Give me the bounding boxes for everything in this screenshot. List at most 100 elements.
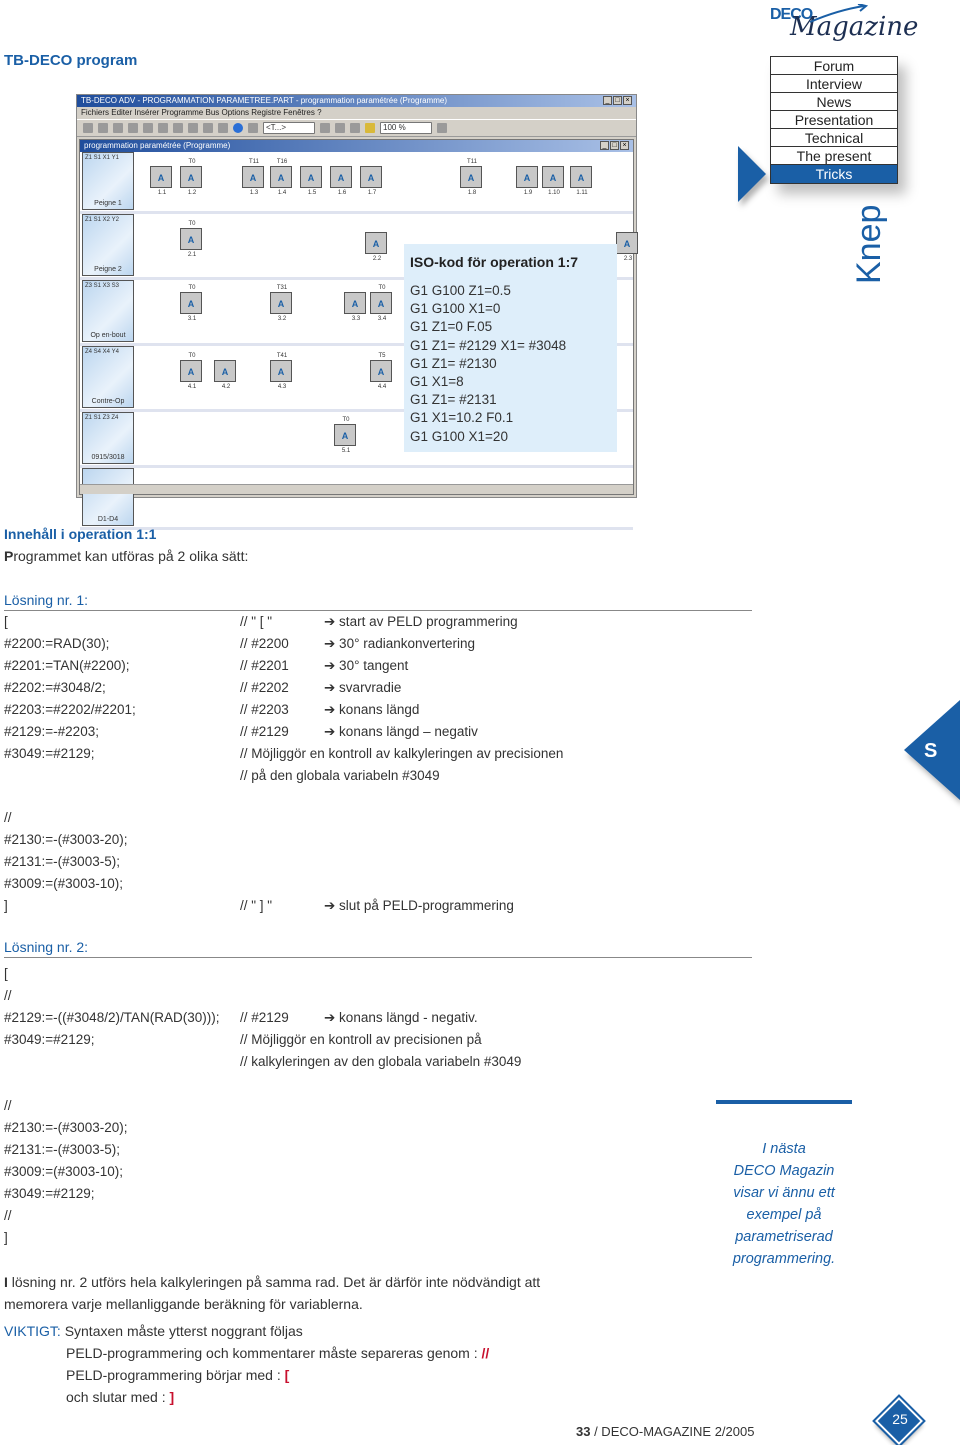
open-icon[interactable] <box>98 123 108 133</box>
nav-item-the-present[interactable]: The present <box>771 147 897 165</box>
operation-block[interactable]: A T31 3.2 <box>270 285 292 322</box>
section-nav: Forum Interview News Presentation Techni… <box>770 56 898 184</box>
tool-icon[interactable] <box>350 123 360 133</box>
undo-icon[interactable] <box>173 123 183 133</box>
operation-block[interactable]: A T0 2.1 <box>180 221 202 258</box>
operation-block[interactable]: A T16 1.4 <box>270 159 292 196</box>
code-description: ➔ konans längd <box>324 702 420 717</box>
help-icon[interactable] <box>203 123 213 133</box>
lane-axes: Z4 S4 X4 Y4 <box>85 349 119 355</box>
code-comment: // på den globala variabeln #3049 <box>240 768 440 783</box>
nav-item-presentation[interactable]: Presentation <box>771 111 897 129</box>
maximize-icon[interactable]: □ <box>613 96 622 105</box>
copy-icon[interactable] <box>143 123 153 133</box>
important-block: VIKTIGT: Syntaxen måste ytterst noggrant… <box>4 1320 644 1408</box>
callout-line: parametriserad <box>735 1229 833 1245</box>
operation-block[interactable]: A T0 4.1 <box>180 353 202 390</box>
lane-label[interactable]: Z1 S1 X1 Y1 Peigne 1 <box>82 152 134 210</box>
nav-item-forum[interactable]: Forum <box>771 57 897 75</box>
code-comment: // kalkyleringen av den globala variabel… <box>240 1054 522 1069</box>
operation-block[interactable]: A 1.9 <box>516 166 538 196</box>
operation-tool: T31 <box>276 285 288 291</box>
operation-block[interactable]: A T0 3.1 <box>180 285 202 322</box>
code-line: #3049:=#2129; // Möjliggör en kontroll av… <box>4 1029 744 1051</box>
lane-name: Contre-Op <box>91 398 125 405</box>
info-icon[interactable] <box>233 123 243 133</box>
callout-line: I nästa <box>762 1141 806 1157</box>
operation-tool: T41 <box>276 353 288 359</box>
lane-label[interactable]: Z4 S4 X4 Y4 Contre-Op <box>82 346 134 408</box>
operation-block[interactable]: A T11 1.3 <box>242 159 264 196</box>
code-description: ➔ 30° tangent <box>324 658 409 673</box>
horizontal-scrollbar[interactable] <box>80 484 633 494</box>
operation-block[interactable]: A 1.5 <box>300 166 322 196</box>
nav-item-news[interactable]: News <box>771 93 897 111</box>
operation-block[interactable]: A 1.7 <box>360 166 382 196</box>
window-title-bar: TB-DECO ADV - PROGRAMMATION PARAMETREE.P… <box>77 95 636 107</box>
intro-text: Programmet kan utföras på 2 olika sätt: <box>4 548 248 564</box>
code-statement: #2129:=-((#3048/2)/TAN(RAD(30))); <box>4 1010 220 1025</box>
lock-icon[interactable] <box>365 123 375 133</box>
code-line: // kalkyleringen av den globala variabel… <box>4 1051 744 1073</box>
code-line: // <box>4 985 744 1007</box>
operation-block[interactable]: A T11 1.8 <box>460 159 482 196</box>
operation-block[interactable]: A T0 5.1 <box>334 417 356 454</box>
toolbar: <T...> 100 % <box>77 119 636 137</box>
tool-icon[interactable] <box>437 123 447 133</box>
code-line: [ <box>4 963 744 985</box>
operation-block[interactable]: A T0 3.4 <box>370 285 392 322</box>
nav-item-technical[interactable]: Technical <box>771 129 897 147</box>
new-icon[interactable] <box>83 123 93 133</box>
window-title: TB-DECO ADV - PROGRAMMATION PARAMETREE.P… <box>81 96 447 105</box>
important-line-3: PELD-programmering börjar med : <box>66 1367 285 1383</box>
code-comment: // #2203 <box>240 702 289 717</box>
tool-icon[interactable] <box>248 123 258 133</box>
close-icon[interactable]: × <box>620 141 629 150</box>
nav-item-tricks[interactable]: Tricks <box>771 165 897 183</box>
code-statement: #3049:=#2129; <box>4 1032 95 1047</box>
lane-name: Peigne 2 <box>94 266 122 273</box>
tool-icon[interactable] <box>218 123 228 133</box>
important-line-2: PELD-programmering och kommentarer måste… <box>66 1345 482 1361</box>
zoom-combo[interactable]: 100 % <box>380 122 432 134</box>
operation-block[interactable]: A 1.10 <box>542 166 564 196</box>
operation-block[interactable]: A 2.2 <box>365 232 387 262</box>
operation-block[interactable]: A T5 4.4 <box>370 353 392 390</box>
lane-name: Peigne 1 <box>94 200 122 207</box>
minimize-icon[interactable]: _ <box>600 141 609 150</box>
code-comment: // #2202 <box>240 680 289 695</box>
operation-block[interactable]: A T41 4.3 <box>270 353 292 390</box>
code-statement: #3009:=(#3003-10); <box>4 876 123 891</box>
solution2-heading: Lösning nr. 2: <box>4 939 89 955</box>
paste-icon[interactable] <box>158 123 168 133</box>
operation-block[interactable]: A 1.11 <box>570 166 592 196</box>
lane-label[interactable]: Z1 S1 Z3 Z4 0915/3018 <box>82 412 134 464</box>
operation-block[interactable]: A 4.2 <box>214 360 236 390</box>
minimize-icon[interactable]: _ <box>603 96 612 105</box>
operation-block[interactable]: A T0 1.2 <box>180 159 202 196</box>
operation-block[interactable]: A 2.3 <box>616 232 638 262</box>
solution1-code-block-2: // #2130:=-(#3003-20); #2131:=-(#3003-5); #… <box>4 807 744 917</box>
lane-label[interactable]: D1-D4 <box>82 468 134 526</box>
lane-label[interactable]: Z3 S1 X3 S3 Op en-bout <box>82 280 134 342</box>
iso-line: G1 Z1= #2130 <box>410 355 497 371</box>
operation-id: 1.2 <box>187 190 197 196</box>
operation-block[interactable]: A 3.3 <box>344 292 366 322</box>
lane-label[interactable]: Z1 S1 X2 Y2 Peigne 2 <box>82 214 134 276</box>
tool-icon[interactable] <box>320 123 330 133</box>
save-icon[interactable] <box>113 123 123 133</box>
nav-item-interview[interactable]: Interview <box>771 75 897 93</box>
cut-icon[interactable] <box>128 123 138 133</box>
tool-combo[interactable]: <T...> <box>263 122 315 134</box>
operation-block[interactable]: A 1.6 <box>330 166 352 196</box>
tool-icon[interactable] <box>335 123 345 133</box>
menu-bar[interactable]: Fichiers Editer Insérer Programme Bus Op… <box>77 107 636 119</box>
operation-block[interactable]: A 1.1 <box>150 166 172 196</box>
redo-icon[interactable] <box>188 123 198 133</box>
iso-line: G1 Z1=0 F.05 <box>410 319 493 335</box>
code-line: // på den globala variabeln #3049 <box>4 765 744 787</box>
maximize-icon[interactable]: □ <box>610 141 619 150</box>
close-icon[interactable]: × <box>623 96 632 105</box>
code-line: // <box>4 807 744 829</box>
code-line: #2129:=-#2203; // #2129 ➔ konans längd – n… <box>4 721 744 743</box>
